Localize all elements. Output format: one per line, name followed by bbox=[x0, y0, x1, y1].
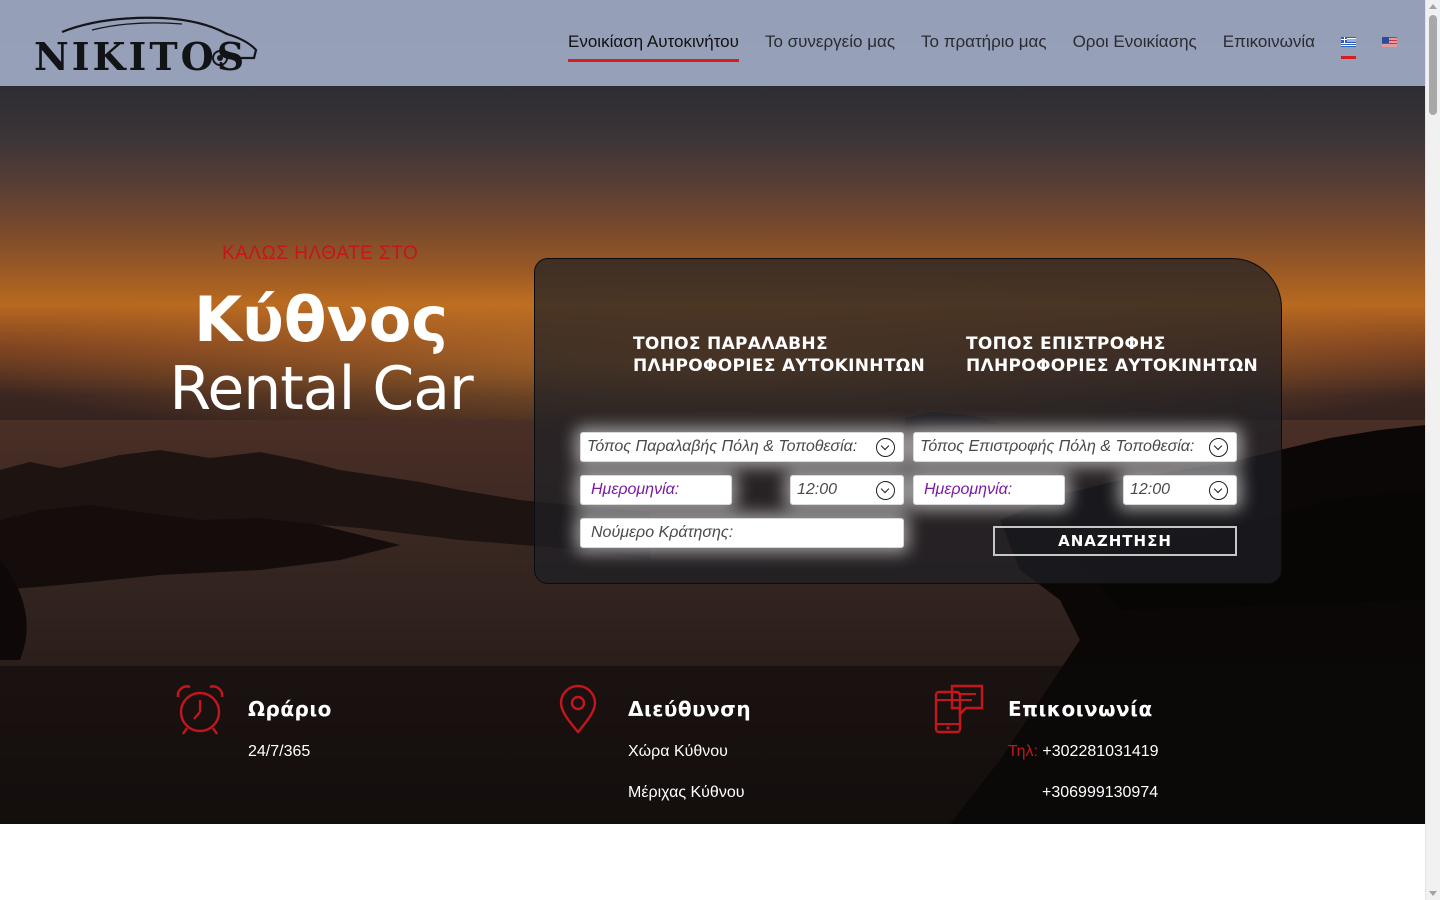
main-navigation: Ενοικίαση Αυτοκινήτου Το συνεργείο μας Τ… bbox=[568, 32, 1397, 62]
phone-chat-icon bbox=[934, 684, 984, 734]
logo-text: NIKITOS bbox=[34, 34, 248, 79]
info-strip: Ωράριο 24/7/365 Διεύθυνση Χώρα Κύθνου Μέ… bbox=[0, 666, 1425, 824]
hours-text: 24/7/365 bbox=[248, 743, 311, 760]
alarm-clock-icon bbox=[176, 685, 224, 735]
nav-item-garage[interactable]: Το συνεργείο μας bbox=[765, 32, 895, 60]
chevron-down-icon[interactable] bbox=[1209, 438, 1228, 457]
hero-title-line2: Rental Car bbox=[169, 354, 473, 424]
site-header: NIKITOS Ενοικίαση Αυτοκινήτου Το συνεργε… bbox=[0, 0, 1425, 86]
scroll-down-arrow-icon[interactable] bbox=[1429, 891, 1437, 896]
chevron-down-icon[interactable] bbox=[1209, 481, 1228, 500]
greek-flag-icon[interactable] bbox=[1341, 37, 1356, 59]
hero-title-line1: Κύθνος bbox=[193, 283, 449, 356]
booking-form: ΤΟΠΟΣ ΠΑΡΑΛΑΒΗΣ ΠΛΗΡΟΦΟΡΙΕΣ ΑΥΤΟΚΙΝΗΤΩΝ … bbox=[534, 258, 1282, 584]
nav-item-car-rental[interactable]: Ενοικίαση Αυτοκινήτου bbox=[568, 32, 739, 62]
nikitos-logo[interactable]: NIKITOS bbox=[32, 14, 262, 79]
nav-item-gas-station[interactable]: Το πρατήριο μας bbox=[921, 32, 1047, 60]
us-flag-icon[interactable] bbox=[1382, 37, 1397, 47]
map-pin-icon bbox=[559, 684, 597, 734]
address-line-1: Χώρα Κύθνου bbox=[628, 743, 728, 760]
contact-phone-1: Τηλ: +302281031419 bbox=[1008, 743, 1159, 761]
pickup-time-select[interactable]: 12:00 bbox=[790, 475, 904, 505]
address-line-2: Μέριχας Κύθνου bbox=[628, 784, 745, 801]
hours-title: Ωράριο bbox=[248, 697, 332, 721]
contact-title: Επικοινωνία bbox=[1008, 697, 1153, 721]
return-time-select[interactable]: 12:00 bbox=[1123, 475, 1237, 505]
phone-label: Τηλ: bbox=[1008, 743, 1038, 760]
scroll-up-arrow-icon[interactable] bbox=[1429, 4, 1437, 9]
pickup-heading: ΤΟΠΟΣ ΠΑΡΑΛΑΒΗΣ ΠΛΗΡΟΦΟΡΙΕΣ ΑΥΤΟΚΙΝΗΤΩΝ bbox=[633, 334, 925, 376]
hero-title: Κύθνος Rental Car bbox=[150, 283, 492, 421]
phone-number-1[interactable]: +302281031419 bbox=[1042, 743, 1158, 760]
nav-item-rental-terms[interactable]: Οροι Ενοικίασης bbox=[1073, 32, 1197, 60]
search-button[interactable]: ΑΝΑΖΗΤΗΣΗ bbox=[993, 526, 1237, 556]
reservation-number-input[interactable]: Νούμερο Κράτησης: bbox=[580, 518, 904, 548]
nav-item-contact[interactable]: Επικοινωνία bbox=[1223, 32, 1315, 60]
chevron-down-icon[interactable] bbox=[876, 438, 895, 457]
chevron-down-icon[interactable] bbox=[876, 481, 895, 500]
address-title: Διεύθυνση bbox=[628, 697, 752, 721]
page-scrollbar[interactable] bbox=[1425, 0, 1440, 900]
return-heading: ΤΟΠΟΣ ΕΠΙΣΤΡΟΦΗΣ ΠΛΗΡΟΦΟΡΙΕΣ ΑΥΤΟΚΙΝΗΤΩΝ bbox=[966, 334, 1258, 376]
scrollbar-thumb[interactable] bbox=[1429, 15, 1437, 115]
return-location-select[interactable]: Τόπος Επιστροφής Πόλη & Τοποθεσία: bbox=[913, 432, 1237, 462]
contact-phone-2[interactable]: +306999130974 bbox=[1042, 784, 1158, 802]
return-date-input[interactable]: Ημερομηνία: bbox=[913, 475, 1065, 505]
pickup-location-select[interactable]: Τόπος Παραλαβής Πόλη & Τοποθεσία: bbox=[580, 432, 904, 462]
pickup-date-input[interactable]: Ημερομηνία: bbox=[580, 475, 732, 505]
welcome-subtitle: ΚΑΛΩΣ ΗΛΘΑΤΕ ΣΤΟ bbox=[222, 243, 419, 264]
